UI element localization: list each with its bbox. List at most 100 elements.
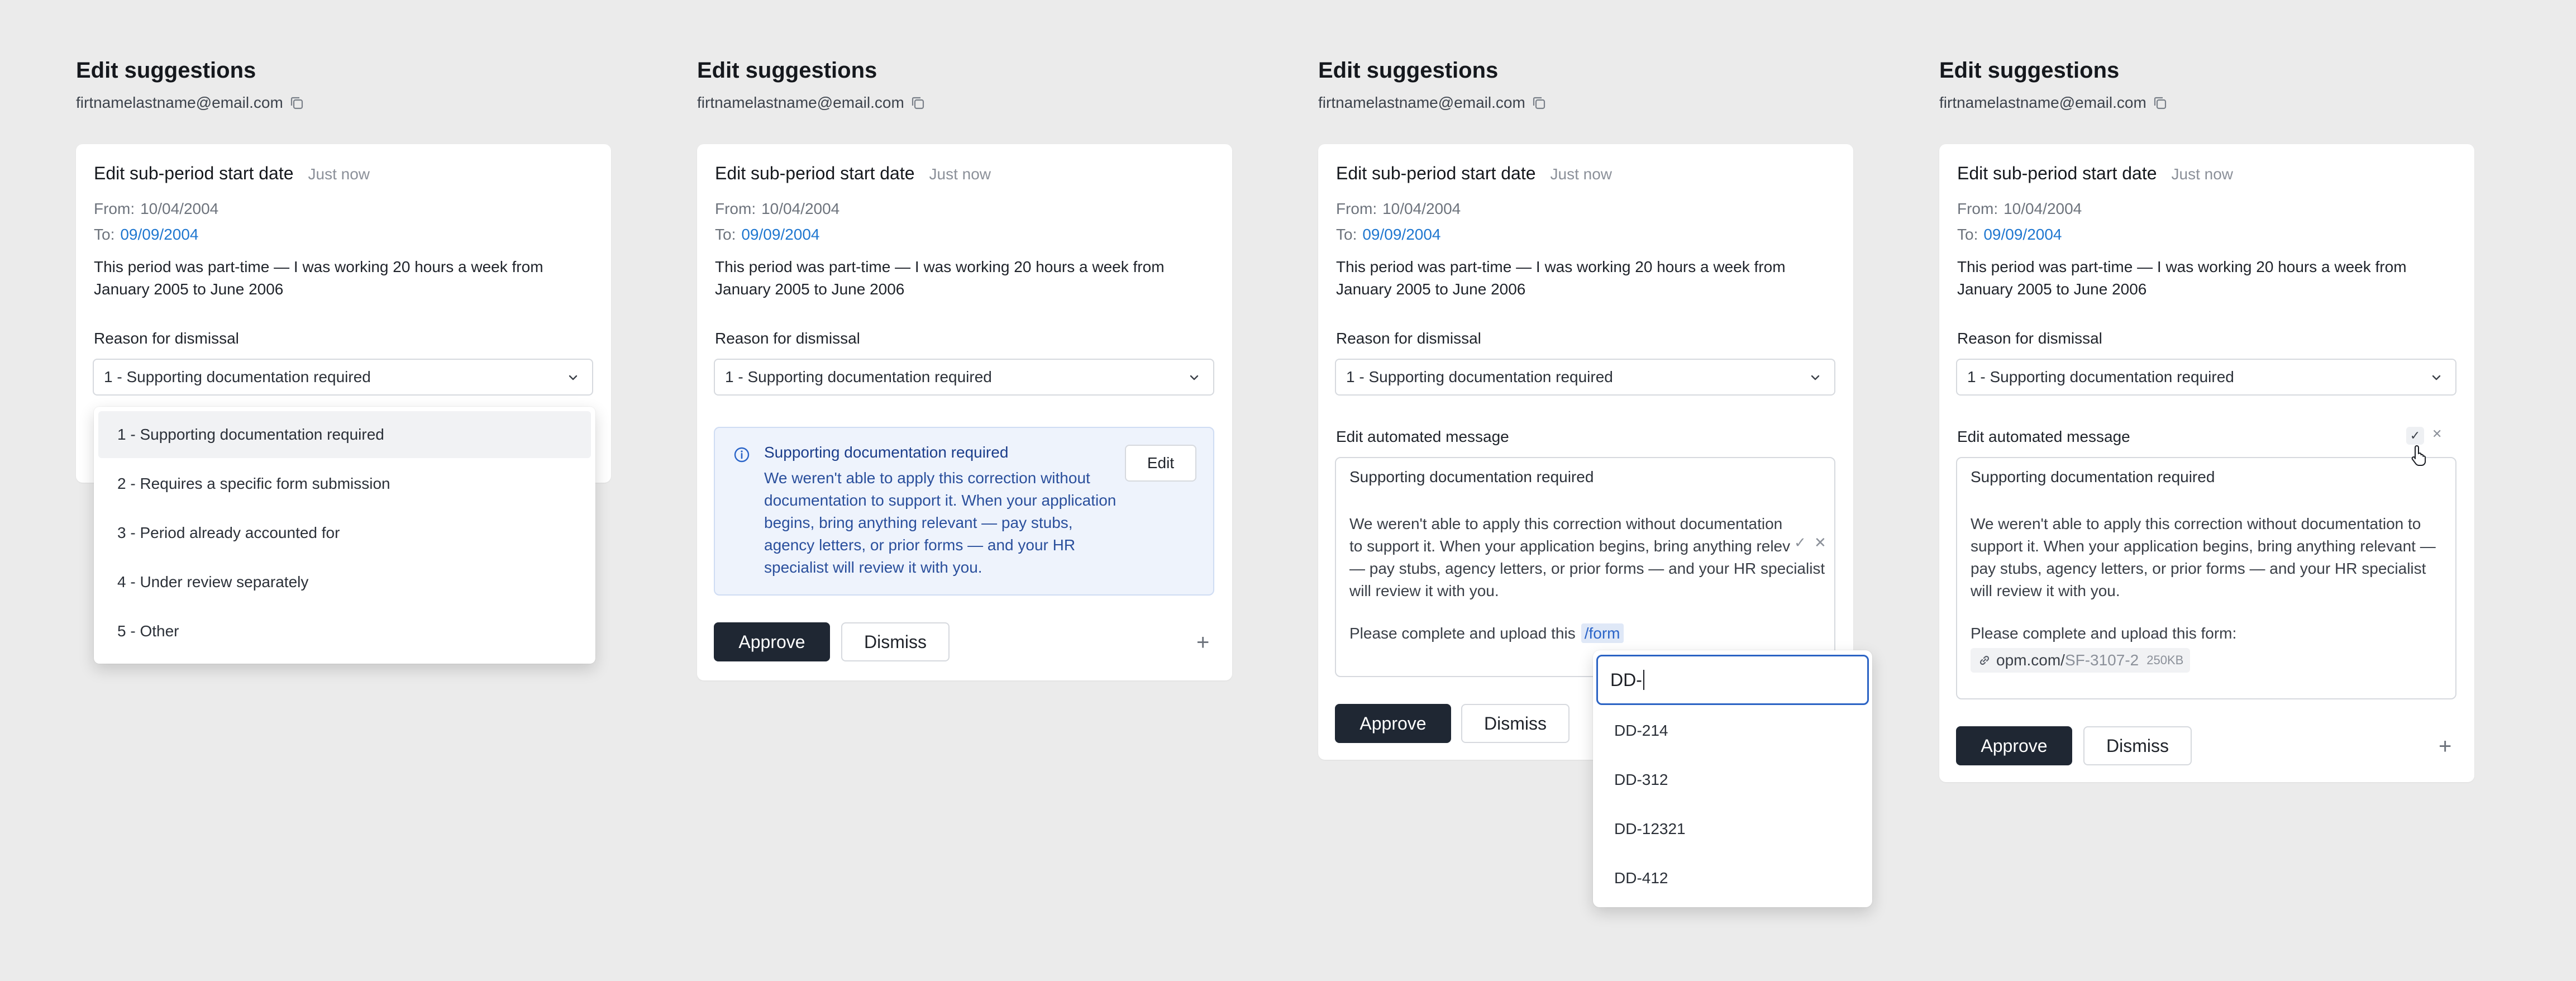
reason-select[interactable]: 1 - Supporting documentation required (1956, 359, 2456, 396)
copy-icon[interactable] (2152, 95, 2168, 111)
card-header: Edit sub-period start date Just now (1957, 163, 2233, 184)
link-icon (1979, 655, 1990, 665)
message-editor[interactable]: Supporting documentation required We wer… (1335, 457, 1835, 677)
form-search-input[interactable]: DD- (1596, 655, 1869, 705)
editor-body-visible: We weren't able to apply this correction… (1349, 515, 1791, 555)
reason-select[interactable]: 1 - Supporting documentation required (93, 359, 593, 396)
card-title: Edit sub-period start date (1336, 163, 1536, 183)
edit-message-label: Edit automated message (1336, 428, 1509, 445)
editor-body: We weren't able to apply this correction… (1971, 515, 2436, 599)
to-value: 09/09/2004 (741, 226, 820, 243)
approve-button[interactable]: Approve (1335, 704, 1451, 743)
from-row: From: 10/04/2004 (1336, 200, 1461, 218)
check-icon[interactable]: ✓ (2406, 427, 2424, 445)
text-caret (1643, 670, 1644, 690)
form-search-query: DD- (1610, 669, 1642, 690)
form-option[interactable]: DD-12321 (1593, 804, 1872, 854)
card-header: Edit sub-period start date Just now (1336, 163, 1612, 184)
copy-icon[interactable] (910, 95, 926, 111)
card-header: Edit sub-period start date Just now (94, 163, 370, 184)
chevron-down-icon (2432, 375, 2441, 380)
upload-text: Please complete and upload this (1349, 625, 1576, 642)
form-option[interactable]: DD-214 (1593, 706, 1872, 755)
card-timestamp: Just now (1550, 165, 1613, 183)
from-value: 10/04/2004 (761, 200, 840, 217)
editor-title: Supporting documentation required (1971, 468, 2215, 485)
to-row: To: 09/09/2004 (715, 226, 820, 244)
dropdown-option[interactable]: 2 - Requires a specific form submission (98, 460, 591, 507)
close-icon[interactable]: ✕ (1814, 534, 1826, 551)
upload-text: Please complete and upload this form: (1971, 625, 2237, 642)
card-header: Edit sub-period start date Just now (715, 163, 991, 184)
reason-selected-value: 1 - Supporting documentation required (1967, 368, 2234, 385)
from-label: From: (94, 200, 135, 217)
page-title: Edit suggestions (1939, 58, 2120, 83)
from-label: From: (1957, 200, 1998, 217)
period-description: This period was part-time — I was workin… (1336, 258, 1786, 298)
form-option[interactable]: DD-412 (1593, 854, 1872, 903)
card-title: Edit sub-period start date (715, 163, 915, 183)
page-title: Edit suggestions (697, 58, 877, 83)
automated-message-preview: Supporting documentation required We wer… (714, 427, 1214, 596)
from-label: From: (1336, 200, 1377, 217)
info-icon (734, 447, 750, 463)
message-title: Supporting documentation required (764, 444, 1009, 461)
period-description: This period was part-time — I was workin… (94, 258, 543, 298)
dismiss-button[interactable]: Dismiss (2083, 726, 2192, 765)
dismiss-button[interactable]: Dismiss (1461, 704, 1570, 743)
message-editor[interactable]: Supporting documentation required We wer… (1956, 457, 2456, 699)
reason-selected-value: 1 - Supporting documentation required (104, 368, 371, 385)
reason-select[interactable]: 1 - Supporting documentation required (714, 359, 1214, 396)
dropdown-option[interactable]: 5 - Other (98, 608, 591, 655)
reason-selected-value: 1 - Supporting documentation required (725, 368, 992, 385)
reason-dropdown-menu: 1 - Supporting documentation required 2 … (94, 407, 595, 664)
user-email: firtnamelastname@email.com (1318, 94, 1525, 111)
from-row: From: 10/04/2004 (94, 200, 218, 218)
plus-icon[interactable]: + (2439, 735, 2451, 758)
from-row: From: 10/04/2004 (1957, 200, 2082, 218)
form-option[interactable]: DD-312 (1593, 755, 1872, 804)
email-row: firtnamelastname@email.com (1939, 94, 2168, 112)
suggestion-card: Edit sub-period start date Just now From… (697, 144, 1232, 680)
reason-label: Reason for dismissal (715, 330, 860, 347)
close-icon[interactable]: ✕ (2432, 427, 2442, 441)
dismiss-button[interactable]: Dismiss (841, 622, 950, 661)
email-row: firtnamelastname@email.com (1318, 94, 1547, 112)
copy-icon[interactable] (289, 95, 304, 111)
from-value: 10/04/2004 (2003, 200, 2082, 217)
link-host: opm.com/ (1996, 651, 2065, 669)
reason-select[interactable]: 1 - Supporting documentation required (1335, 359, 1835, 396)
form-picker-popup: DD- DD-214 DD-312 DD-12321 DD-412 (1593, 650, 1872, 907)
reason-label: Reason for dismissal (1336, 330, 1481, 347)
message-body: We weren't able to apply this correction… (764, 469, 1117, 576)
email-row: firtnamelastname@email.com (76, 94, 304, 112)
approve-button[interactable]: Approve (1956, 726, 2072, 765)
plus-icon[interactable]: + (1196, 631, 1209, 654)
to-row: To: 09/09/2004 (1336, 226, 1441, 244)
link-path: SF-3107-2 (2064, 651, 2139, 669)
editor-body-rest: — pay stubs, agency letters, or prior fo… (1349, 560, 1825, 599)
to-value: 09/09/2004 (1362, 226, 1441, 243)
reason-label: Reason for dismissal (94, 330, 239, 347)
email-row: firtnamelastname@email.com (697, 94, 926, 112)
period-description: This period was part-time — I was workin… (1957, 258, 2407, 298)
user-email: firtnamelastname@email.com (1939, 94, 2146, 111)
user-email: firtnamelastname@email.com (697, 94, 904, 111)
dropdown-option[interactable]: 4 - Under review separately (98, 559, 591, 606)
suggestion-card: Edit sub-period start date Just now From… (1939, 144, 2474, 782)
check-icon[interactable]: ✓ (1794, 534, 1806, 551)
period-description: This period was part-time — I was workin… (715, 258, 1165, 298)
copy-icon[interactable] (1531, 95, 1547, 111)
reason-selected-value: 1 - Supporting documentation required (1346, 368, 1613, 385)
from-row: From: 10/04/2004 (715, 200, 839, 218)
card-title: Edit sub-period start date (94, 163, 294, 183)
chevron-down-icon (1190, 375, 1199, 380)
dropdown-option[interactable]: 1 - Supporting documentation required (98, 411, 591, 458)
dropdown-option[interactable]: 3 - Period already accounted for (98, 509, 591, 556)
edit-message-button[interactable]: Edit (1125, 445, 1196, 482)
to-value: 09/09/2004 (120, 226, 199, 243)
approve-button[interactable]: Approve (714, 622, 830, 661)
to-label: To: (715, 226, 736, 243)
card-timestamp: Just now (929, 165, 991, 183)
form-link-chip[interactable]: opm.com/SF-3107-2 250KB (1971, 648, 2191, 673)
